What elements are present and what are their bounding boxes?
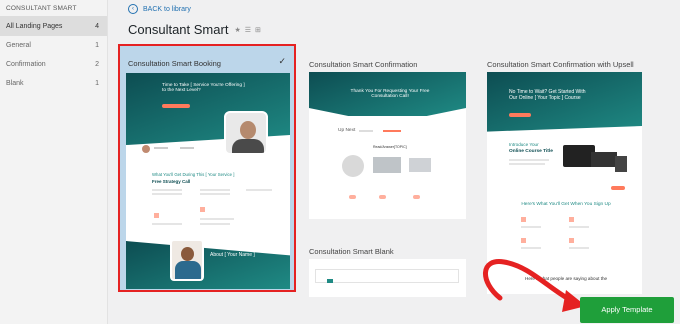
back-label: BACK to library bbox=[143, 5, 191, 13]
phone-thumb bbox=[409, 158, 431, 172]
template-preview: Time to Take [ Service You're Offering ]… bbox=[126, 73, 290, 289]
back-to-library-link[interactable]: ‹ BACK to library bbox=[128, 4, 191, 14]
hero-line: Our Online [ Your Topic ] Course bbox=[509, 95, 581, 101]
sidebar-item-label: Blank bbox=[6, 80, 24, 87]
template-title[interactable]: Consultation Smart Confirmation with Ups… bbox=[487, 60, 634, 69]
sidebar-item-count: 4 bbox=[95, 23, 99, 30]
cta-button bbox=[162, 104, 190, 108]
section-sub: Free Strategy Call bbox=[152, 179, 191, 184]
section-title: What You'll Get During This [ Your Servi… bbox=[152, 172, 235, 177]
sidebar-item-count: 1 bbox=[95, 80, 99, 87]
avatar bbox=[224, 111, 268, 155]
about-heading: About [ Your Name ] bbox=[210, 252, 255, 258]
ready-label: Read/Answer[TOPIC] bbox=[373, 145, 407, 149]
video-thumb bbox=[342, 155, 364, 177]
intro-line: Introduce Your bbox=[509, 142, 539, 147]
template-title: Consultation Smart Booking bbox=[128, 59, 221, 68]
sidebar-item-count: 1 bbox=[95, 42, 99, 49]
template-title[interactable]: Consultation Smart Confirmation bbox=[309, 60, 417, 69]
hero-headline: Time to Take [ Service You're Offering ]… bbox=[162, 83, 252, 93]
sidebar-item-blank[interactable]: Blank 1 bbox=[0, 74, 107, 93]
avatar-small bbox=[142, 145, 150, 153]
hero-line: to the Next Level? bbox=[162, 88, 201, 93]
sitemap-icon[interactable]: ⊞ bbox=[255, 26, 261, 34]
star-icon[interactable]: ★ bbox=[234, 26, 240, 34]
template-title[interactable]: Consultation Smart Blank bbox=[309, 247, 394, 256]
template-card-blank[interactable] bbox=[309, 259, 466, 297]
about-bg bbox=[126, 241, 290, 289]
hero-headline: No Time to Wait? Get Started With Our Onl… bbox=[509, 89, 629, 101]
up-next-label: Up Next bbox=[338, 128, 356, 133]
filter-icon[interactable]: ☰ bbox=[245, 26, 251, 34]
sidebar-item-label: All Landing Pages bbox=[6, 23, 63, 30]
sidebar-item-confirmation[interactable]: Confirmation 2 bbox=[0, 55, 107, 74]
category-sidebar: CONSULTANT SMART All Landing Pages 4 Gene… bbox=[0, 0, 108, 324]
apply-template-button[interactable]: Apply Template bbox=[580, 297, 674, 323]
arrow-left-icon: ‹ bbox=[128, 4, 138, 14]
intro-line: Online Course Title bbox=[509, 149, 553, 154]
laptop-image bbox=[591, 152, 617, 167]
hero-headline: Thank You For Requesting Your Free Consul… bbox=[325, 89, 455, 99]
template-card-booking[interactable]: Consultation Smart Booking ✓ Time to Tak… bbox=[118, 44, 296, 292]
sidebar-item-general[interactable]: General 1 bbox=[0, 36, 107, 55]
tablet-image bbox=[615, 156, 627, 172]
laptop-thumb bbox=[373, 157, 401, 173]
sidebar-item-label: Confirmation bbox=[6, 61, 46, 68]
page-title-text: Consultant Smart bbox=[128, 22, 229, 37]
sidebar-item-count: 2 bbox=[95, 61, 99, 68]
page-title: Consultant Smart ★ ☰ ⊞ bbox=[128, 22, 261, 37]
checkmark-icon: ✓ bbox=[278, 56, 286, 66]
hero-line: Consultation Call! bbox=[371, 94, 409, 99]
sidebar-item-all[interactable]: All Landing Pages 4 bbox=[0, 17, 107, 36]
template-card-confirmation[interactable]: Thank You For Requesting Your Free Consul… bbox=[309, 72, 466, 219]
section-title: Here's What You'll Get When You Sign Up bbox=[521, 202, 611, 207]
avatar bbox=[170, 239, 204, 281]
sidebar-item-label: General bbox=[6, 42, 31, 49]
sidebar-header: CONSULTANT SMART bbox=[0, 0, 107, 17]
